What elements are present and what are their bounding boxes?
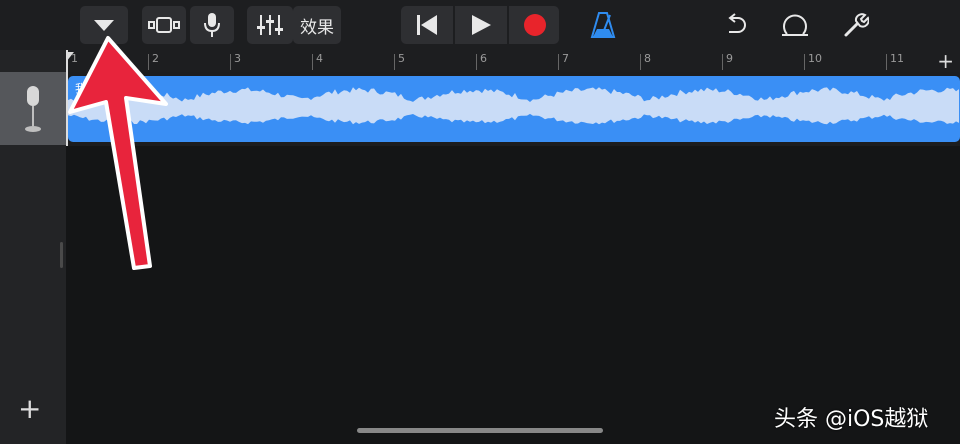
effects-button[interactable]: 效果 xyxy=(293,6,341,44)
loop-button[interactable] xyxy=(774,6,816,44)
play-button[interactable] xyxy=(455,6,507,44)
ruler-mark: 10 xyxy=(808,52,822,65)
panel-resize-handle[interactable] xyxy=(60,242,63,268)
audio-region[interactable]: 我 xyxy=(68,76,960,142)
play-icon xyxy=(472,15,491,35)
ruler-tick xyxy=(722,54,723,70)
ruler-mark: 5 xyxy=(398,52,405,65)
ruler-mark: 4 xyxy=(316,52,323,65)
loop-icon xyxy=(782,14,808,36)
ruler-mark: 9 xyxy=(726,52,733,65)
metronome-icon xyxy=(590,12,616,38)
top-toolbar: 效果 xyxy=(0,0,960,50)
track-header[interactable] xyxy=(0,72,66,145)
home-indicator[interactable] xyxy=(357,428,603,433)
ruler-tick xyxy=(886,54,887,70)
record-icon xyxy=(524,14,546,36)
timeline-ruler[interactable]: 1 2 3 4 5 6 7 8 9 10 11 + xyxy=(66,50,960,73)
settings-button[interactable] xyxy=(836,6,876,44)
go-to-start-button[interactable] xyxy=(401,6,453,44)
microphone-button[interactable] xyxy=(190,6,234,44)
ruler-mark: 7 xyxy=(562,52,569,65)
ruler-mark: 3 xyxy=(234,52,241,65)
add-section-button[interactable]: + xyxy=(937,50,954,72)
watermark: 头条 @iOS越狱 xyxy=(774,407,929,432)
ruler-tick xyxy=(476,54,477,70)
microphone-icon xyxy=(25,85,41,132)
ruler-tick xyxy=(148,54,149,70)
ruler-mark: 2 xyxy=(152,52,159,65)
ruler-mark: 11 xyxy=(890,52,904,65)
ruler-mark: 6 xyxy=(480,52,487,65)
ruler-tick xyxy=(230,54,231,70)
waveform xyxy=(68,87,959,125)
playhead-handle[interactable] xyxy=(66,52,74,62)
record-button[interactable] xyxy=(509,6,561,44)
mixer-button[interactable] xyxy=(247,6,293,44)
go-to-start-icon xyxy=(417,15,437,35)
ruler-tick xyxy=(558,54,559,70)
undo-button[interactable] xyxy=(716,6,756,44)
ruler-mark: 8 xyxy=(644,52,651,65)
microphone-icon xyxy=(204,13,220,37)
track-view-icon xyxy=(148,17,180,33)
triangle-down-icon xyxy=(94,20,114,31)
mixer-sliders-icon xyxy=(257,15,283,35)
add-track-button[interactable]: + xyxy=(18,392,41,425)
ruler-tick xyxy=(804,54,805,70)
undo-icon xyxy=(728,13,746,33)
ruler-tick xyxy=(394,54,395,70)
ruler-tick xyxy=(312,54,313,70)
dropdown-button[interactable] xyxy=(80,6,128,44)
metronome-button[interactable] xyxy=(583,6,623,44)
track-view-button[interactable] xyxy=(142,6,186,44)
transport-controls xyxy=(401,6,559,44)
wrench-icon xyxy=(844,13,869,37)
ruler-tick xyxy=(640,54,641,70)
empty-track-area[interactable] xyxy=(66,146,960,444)
playhead[interactable] xyxy=(66,50,68,146)
effects-label: 效果 xyxy=(300,17,334,38)
